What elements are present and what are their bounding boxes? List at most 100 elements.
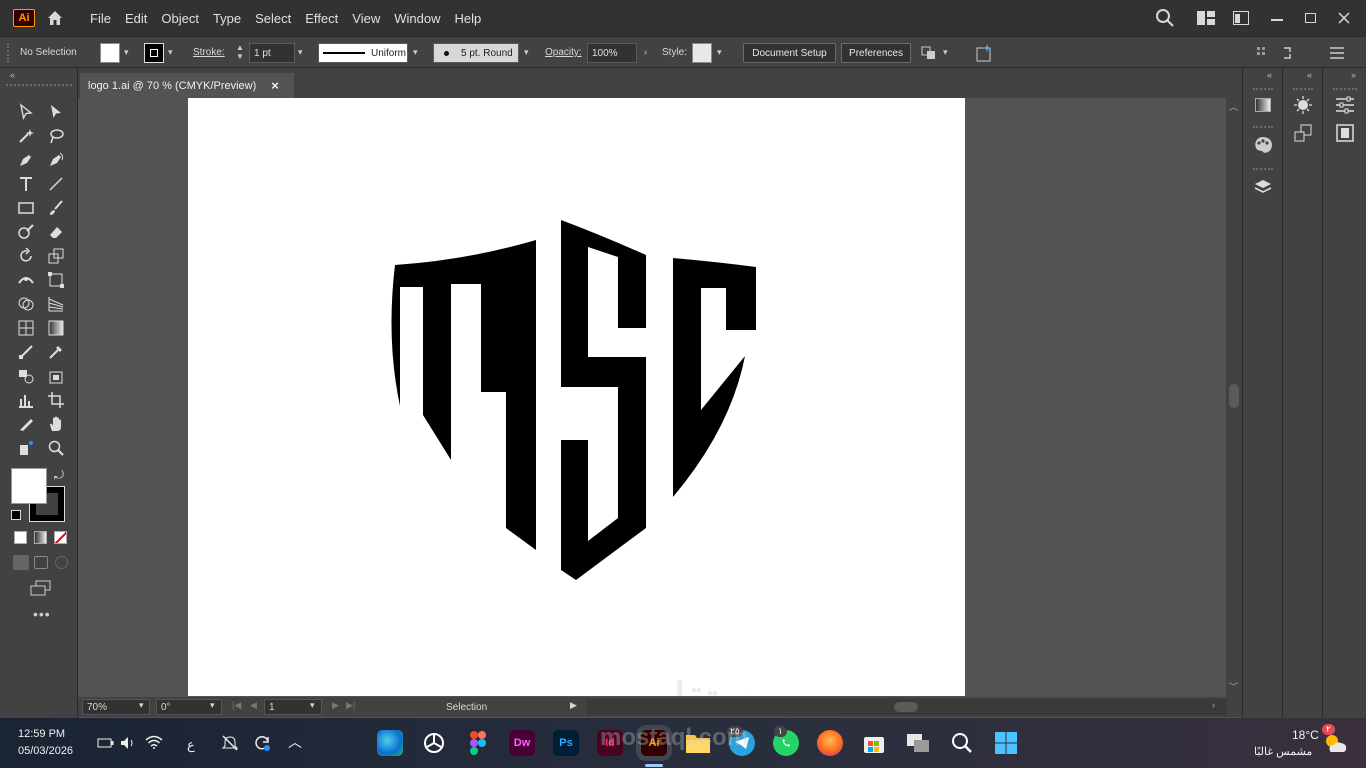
live-paint-selection-tool[interactable] xyxy=(44,366,68,386)
draw-behind-icon[interactable] xyxy=(34,556,48,569)
gradient-tool[interactable] xyxy=(44,318,68,338)
default-fill-stroke-icon[interactable] xyxy=(11,510,21,520)
menu-file[interactable]: File xyxy=(83,11,118,26)
weather-temperature[interactable]: 18°C xyxy=(1292,728,1319,742)
rotation-dropdown-icon[interactable]: ▾ xyxy=(210,700,215,711)
home-icon[interactable] xyxy=(45,8,65,28)
close-tab-icon[interactable]: × xyxy=(271,78,279,93)
recolor-sparkle-icon[interactable] xyxy=(974,43,994,63)
brush-dropdown-icon[interactable]: ▾ xyxy=(524,47,534,57)
menu-view[interactable]: View xyxy=(345,11,387,26)
taskbar-edge[interactable] xyxy=(377,730,403,756)
taskbar-task-view[interactable] xyxy=(905,730,931,756)
stroke-profile-select[interactable]: Uniform xyxy=(318,43,408,63)
last-artboard-icon[interactable]: ▶| xyxy=(346,700,355,711)
taskbar-photoshop[interactable]: Ps xyxy=(553,730,579,756)
scroll-thumb[interactable] xyxy=(1229,384,1239,408)
menu-window[interactable]: Window xyxy=(387,11,447,26)
stroke-profile-dropdown-icon[interactable]: ▾ xyxy=(413,47,423,57)
zoom-dropdown-icon[interactable]: ▾ xyxy=(139,700,144,711)
align-panel-icon[interactable] xyxy=(1256,46,1270,60)
lasso-tool[interactable] xyxy=(44,126,68,146)
type-tool[interactable] xyxy=(14,174,38,194)
artboard-dropdown-icon[interactable]: ▾ xyxy=(310,700,315,711)
line-segment-tool[interactable] xyxy=(44,174,68,194)
panel3-collapse-icon[interactable]: » xyxy=(1351,70,1356,80)
curvature-tool[interactable] xyxy=(44,150,68,170)
stroke-label[interactable]: Stroke: xyxy=(193,47,225,58)
search-icon[interactable] xyxy=(1155,8,1175,28)
zoom-tool[interactable] xyxy=(44,438,68,458)
preferences-button[interactable]: Preferences xyxy=(841,43,911,63)
color-guide-icon[interactable] xyxy=(1252,134,1274,156)
arrange-icon[interactable] xyxy=(920,45,938,61)
stroke-weight-stepper[interactable]: ▲ ▼ xyxy=(233,43,247,63)
first-artboard-icon[interactable]: |◀ xyxy=(232,700,241,711)
next-artboard-icon[interactable]: ▶ xyxy=(332,700,339,711)
stroke-weight-field[interactable]: 1 pt xyxy=(249,43,295,63)
taskbar-chatgpt[interactable] xyxy=(421,730,447,756)
slice-tool[interactable] xyxy=(14,414,38,434)
opacity-arrow-icon[interactable]: › xyxy=(644,47,654,57)
panel2-collapse-icon[interactable]: « xyxy=(1307,70,1312,80)
collapse-toolbar-icon[interactable]: « xyxy=(10,70,15,80)
perspective-grid-tool[interactable] xyxy=(44,294,68,314)
opacity-label[interactable]: Opacity: xyxy=(545,47,582,58)
scroll-right-arrow[interactable]: › xyxy=(1212,700,1215,710)
arrange-dropdown-icon[interactable]: ▾ xyxy=(943,47,953,57)
taskbar-search[interactable] xyxy=(949,730,975,756)
color-mode-button[interactable] xyxy=(14,531,27,544)
status-menu-arrow-icon[interactable]: ▶ xyxy=(570,700,577,711)
blend-tool[interactable] xyxy=(14,342,38,362)
clock-date[interactable]: 05/03/2026 xyxy=(18,745,73,757)
show-hidden-icons-chevron[interactable]: ︿ xyxy=(288,732,302,752)
arrange-documents-icon[interactable] xyxy=(1233,11,1249,25)
draw-normal-icon[interactable] xyxy=(13,555,29,570)
taskbar-microsoft-store[interactable] xyxy=(861,730,887,756)
battery-icon[interactable] xyxy=(97,737,115,749)
menu-select[interactable]: Select xyxy=(248,11,298,26)
properties-panel-icon[interactable] xyxy=(1334,94,1356,116)
style-swatch[interactable] xyxy=(692,43,712,63)
edit-toolbar-icon[interactable]: ••• xyxy=(33,606,51,622)
eyedropper-tool[interactable] xyxy=(44,342,68,362)
fill-color-box-top[interactable] xyxy=(11,468,47,504)
mesh-tool[interactable] xyxy=(14,318,38,338)
width-tool[interactable] xyxy=(14,270,38,290)
screen-mode-icon[interactable] xyxy=(30,580,52,596)
panel-menu-icon[interactable] xyxy=(1330,47,1344,59)
hand-tool[interactable] xyxy=(44,414,68,434)
live-paint-tool[interactable] xyxy=(14,366,38,386)
canvas[interactable]: مستقل xyxy=(78,98,1226,696)
notifications-off-icon[interactable] xyxy=(221,735,239,751)
taskbar-start[interactable] xyxy=(993,730,1019,756)
fill-swatch[interactable] xyxy=(100,43,120,63)
weather-description[interactable]: مشمس غالبًا xyxy=(1254,745,1312,758)
paintbrush-tool[interactable] xyxy=(44,198,68,218)
menu-object[interactable]: Object xyxy=(154,11,206,26)
wifi-icon[interactable] xyxy=(145,735,163,749)
msc-shield-logo[interactable] xyxy=(388,210,768,590)
rotate-tool[interactable] xyxy=(14,246,38,266)
volume-icon[interactable] xyxy=(120,736,136,750)
input-language[interactable]: ع xyxy=(187,737,195,753)
symbol-sprayer-tool[interactable] xyxy=(14,438,38,458)
libraries-panel-icon[interactable] xyxy=(1334,122,1356,144)
scale-tool[interactable] xyxy=(44,246,68,266)
clock-time[interactable]: 12:59 PM xyxy=(18,728,65,740)
none-mode-button[interactable] xyxy=(54,531,67,544)
swap-fill-stroke-icon[interactable]: ⤾ xyxy=(54,468,64,483)
appearance-panel-icon[interactable] xyxy=(1292,94,1314,116)
taskbar-dreamweaver[interactable]: Dw xyxy=(509,730,535,756)
scroll-down-arrow[interactable]: ﹀ xyxy=(1229,680,1238,693)
fill-dropdown-icon[interactable]: ▾ xyxy=(124,47,134,57)
pen-tool[interactable] xyxy=(14,150,38,170)
previous-artboard-icon[interactable]: ◀ xyxy=(250,700,257,711)
magic-wand-tool[interactable] xyxy=(14,126,38,146)
taskbar-firefox[interactable] xyxy=(817,730,843,756)
layers-panel-icon[interactable] xyxy=(1252,176,1274,198)
eraser-tool[interactable] xyxy=(44,222,68,242)
menu-help[interactable]: Help xyxy=(447,11,488,26)
gradient-panel-icon[interactable] xyxy=(1252,94,1274,116)
horizontal-scroll-thumb[interactable] xyxy=(894,702,918,712)
